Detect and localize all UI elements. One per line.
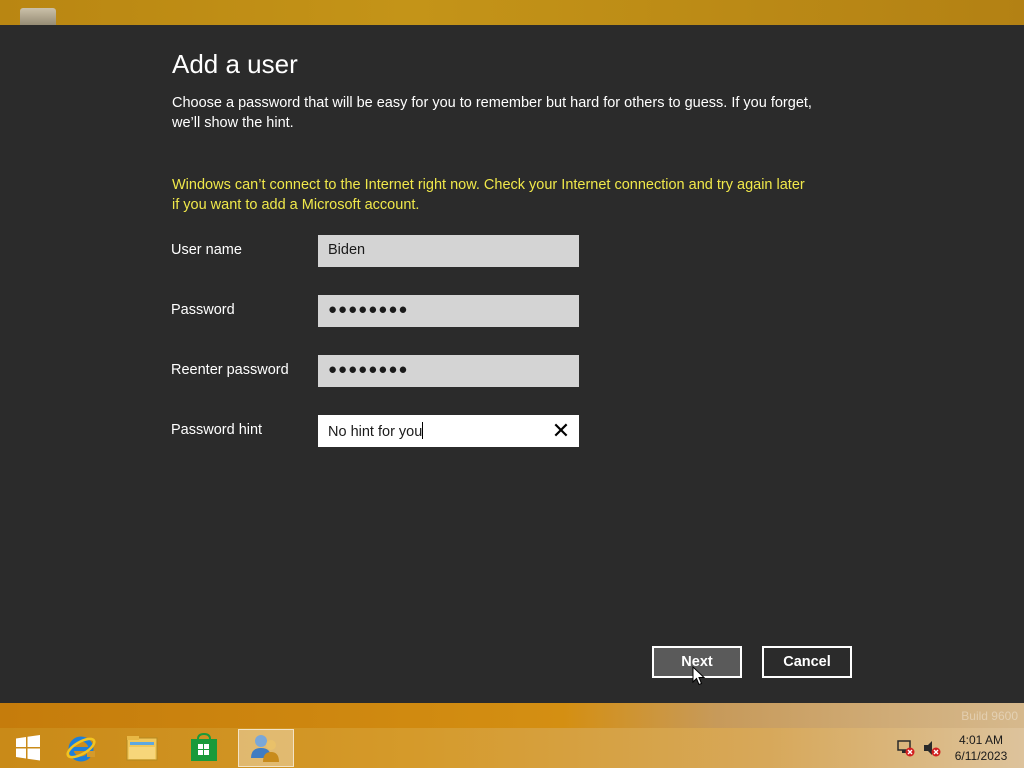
store-icon — [191, 733, 217, 761]
username-input[interactable]: Biden — [318, 235, 579, 267]
internet-explorer-icon — [66, 736, 96, 762]
file-explorer-icon — [126, 736, 158, 761]
system-tray — [896, 728, 942, 768]
reenter-password-label: Reenter password — [171, 362, 289, 378]
network-disconnected-icon[interactable] — [896, 738, 916, 758]
start-button[interactable] — [0, 729, 56, 767]
reenter-password-input[interactable]: ●●●●●●●● — [318, 355, 579, 387]
username-label: User name — [171, 242, 242, 258]
taskbar-file-explorer[interactable] — [114, 729, 170, 767]
dialog-description: Choose a password that will be easy for … — [172, 95, 812, 131]
page-title: Add a user — [172, 49, 298, 79]
password-hint-label: Password hint — [171, 422, 263, 438]
taskbar: 4:01 AM 6/11/2023 — [0, 728, 1024, 768]
start-icon — [16, 735, 40, 761]
taskbar-user-accounts[interactable] — [238, 729, 294, 767]
add-user-dialog: Add a user Choose a password that will b… — [0, 25, 1024, 703]
volume-muted-icon[interactable] — [922, 738, 942, 758]
text-caret — [422, 422, 424, 439]
recycle-bin-icon[interactable] — [20, 8, 56, 25]
taskbar-internet-explorer[interactable] — [53, 729, 109, 767]
password-input[interactable]: ●●●●●●●● — [318, 295, 579, 327]
password-hint-input[interactable]: No hint for you ✕ — [318, 415, 579, 447]
desktop-background-bottom: Build 9600 — [0, 703, 1024, 728]
user-accounts-icon — [251, 735, 279, 762]
clock-date: 6/11/2023 — [954, 749, 1008, 763]
taskbar-clock[interactable]: 4:01 AM 6/11/2023 — [946, 732, 1016, 764]
clock-time: 4:01 AM — [958, 733, 1004, 747]
build-watermark: Build 9600 — [961, 709, 1018, 723]
cancel-button[interactable]: Cancel — [762, 646, 852, 678]
connection-warning: Windows can’t connect to the Internet ri… — [172, 177, 805, 213]
clear-icon[interactable]: ✕ — [551, 420, 571, 442]
desktop-background-top — [0, 0, 1024, 25]
password-label: Password — [171, 302, 235, 318]
taskbar-store[interactable] — [176, 729, 232, 767]
password-hint-value: No hint for you — [328, 424, 423, 440]
